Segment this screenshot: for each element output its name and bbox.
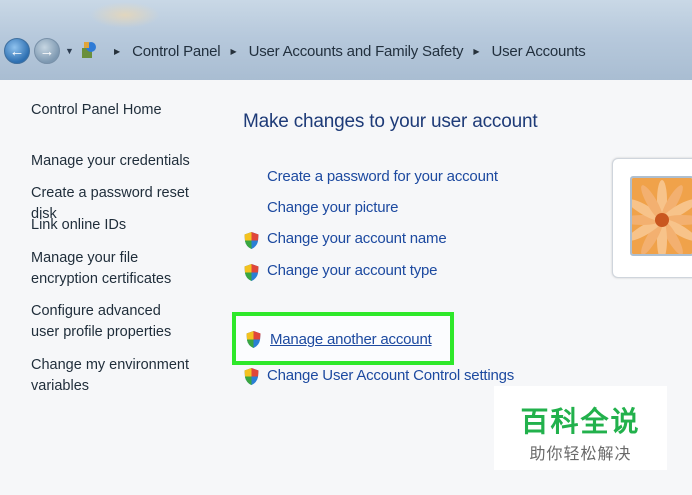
watermark-subtitle: 助你轻松解决 <box>529 444 632 463</box>
recent-pages-dropdown[interactable]: ▼ <box>65 46 74 56</box>
back-button[interactable]: ← <box>4 38 30 64</box>
task-change-uac-settings[interactable]: Change User Account Control settings <box>267 367 514 384</box>
breadcrumb-separator-icon: ▶ <box>230 46 237 56</box>
shield-icon <box>246 331 261 348</box>
breadcrumb-separator-icon: ▶ <box>473 46 480 56</box>
task-change-account-name[interactable]: Change your account name <box>267 230 447 247</box>
sidebar-item-environment-variables[interactable]: Change my environment variables <box>31 355 191 397</box>
page-title: Make changes to your user account <box>243 111 538 132</box>
account-picture[interactable] <box>630 176 692 256</box>
watermark: 百科全说 助你轻松解决 <box>494 386 667 470</box>
forward-button[interactable]: → <box>34 38 60 64</box>
shield-icon <box>244 368 259 385</box>
forward-arrow-icon: → <box>39 42 55 60</box>
sidebar-item-control-panel-home[interactable]: Control Panel Home <box>31 100 211 121</box>
control-panel-icon <box>82 42 96 58</box>
breadcrumb-user-accounts[interactable]: User Accounts <box>492 43 586 60</box>
sidebar-item-advanced-profile[interactable]: Configure advanced user profile properti… <box>31 301 191 343</box>
sidebar-item-manage-credentials[interactable]: Manage your credentials <box>31 151 211 172</box>
sidebar-item-file-encryption[interactable]: Manage your file encryption certificates <box>31 248 203 290</box>
breadcrumb-separator-icon: ▶ <box>114 46 121 56</box>
watermark-title: 百科全说 <box>520 405 641 438</box>
shield-icon <box>244 264 259 281</box>
task-manage-another-account[interactable]: Manage another account <box>270 331 432 348</box>
flower-picture-icon <box>632 178 692 254</box>
task-create-password[interactable]: Create a password for your account <box>267 168 498 185</box>
task-change-picture[interactable]: Change your picture <box>267 199 398 216</box>
shield-icon <box>244 232 259 249</box>
sidebar-item-link-online-ids[interactable]: Link online IDs <box>31 215 211 236</box>
breadcrumb-user-accounts-family-safety[interactable]: User Accounts and Family Safety <box>249 43 464 60</box>
breadcrumb-control-panel[interactable]: Control Panel <box>132 43 220 60</box>
address-bar[interactable]: ▶ Control Panel ▶ User Accounts and Fami… <box>104 36 586 66</box>
browser-icon-glow <box>90 2 160 28</box>
back-arrow-icon: ← <box>9 42 25 60</box>
task-change-account-type[interactable]: Change your account type <box>267 262 438 279</box>
